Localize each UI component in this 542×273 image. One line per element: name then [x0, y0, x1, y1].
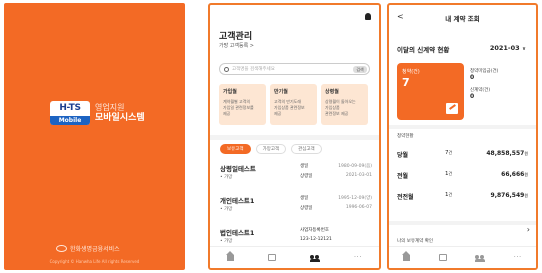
status-period: 당월	[397, 152, 409, 159]
hts-logo: H-TS Mobile	[50, 101, 90, 125]
field-value: 1995-12-09(양)	[338, 196, 372, 201]
more-icon[interactable]: ···	[514, 254, 522, 261]
card-title: 가입월	[223, 89, 237, 95]
field-value: 123-12-12121	[300, 237, 332, 242]
status-period: 전월	[397, 173, 409, 180]
logo-bottom-text: Mobile	[50, 116, 90, 125]
my-contracts-label: 나의 보유계약 확인	[397, 239, 433, 244]
status-count: 1건	[445, 171, 453, 177]
card-age-month[interactable]: 상령월 상령월이 돌아오는 가입상품 관련정보 제공	[321, 84, 368, 125]
copyright-text: Copyright © Hanwha Life All rights Reser…	[49, 259, 140, 264]
stat-label: 청약미입금(건)	[470, 69, 499, 74]
stat-value: 0	[470, 93, 475, 100]
filter-held-customers[interactable]: 보유고객	[220, 144, 251, 154]
splash-logo-group: H-TS Mobile 영업지원 모바일시스템	[50, 101, 145, 125]
card-title: 상령월	[325, 89, 339, 95]
company-name: 한화생명금융서비스	[56, 244, 120, 253]
card-title: 만기월	[274, 89, 288, 95]
month-value: 2021-03	[489, 44, 520, 52]
customers-icon[interactable]	[309, 254, 320, 262]
customer-status: • 가망	[220, 239, 233, 244]
section-divider	[210, 135, 379, 140]
customer-filter-tabs: 보유고객 가망고객 관심고객	[220, 144, 322, 154]
bottom-tab-bar: ···	[210, 246, 379, 268]
status-period: 전전월	[397, 194, 414, 201]
search-button[interactable]: 검색	[353, 66, 367, 73]
status-amount: 66,666원	[501, 171, 528, 178]
status-amount: 9,876,549원	[490, 192, 528, 199]
customer-list: 상령일테스트 • 가망 생일 1980-09-09(음) 상령일 2021-03…	[220, 163, 372, 259]
customer-name: 법인테스트1	[220, 229, 255, 237]
stat-value: 0	[470, 74, 475, 81]
home-icon[interactable]	[402, 250, 411, 261]
field-label: 상령일	[300, 206, 313, 211]
search-bar[interactable]: 고객명을 검색해주세요 검색	[219, 63, 370, 75]
brand-title: 영업지원 모바일시스템	[95, 103, 145, 124]
customer-name: 상령일테스트	[220, 165, 256, 173]
bottom-tab-bar: ···	[389, 246, 536, 268]
register-prospect-link[interactable]: 가망 고객등록 >	[219, 42, 254, 49]
card-desc: 관련정보 제공	[325, 111, 349, 116]
status-amount: 48,858,557원	[486, 150, 528, 157]
field-label: 생일	[300, 196, 309, 201]
card-join-month[interactable]: 가입월 계약월별 고객의 가입일 관련정보를 제공	[219, 84, 266, 125]
field-value: 1980-09-09(음)	[338, 164, 372, 169]
chevron-right-icon: ›	[526, 225, 530, 234]
status-title: 청약현황	[397, 134, 414, 139]
contract-inquiry-screen: < 내 계약 조회 이달의 신계약 현황 2021-03 ∨ 청약(건) 7 청…	[387, 3, 538, 270]
bell-icon[interactable]	[365, 13, 371, 20]
subscription-label: 청약(건)	[402, 69, 420, 75]
search-icon	[224, 66, 229, 72]
search-input[interactable]: 고객명을 검색해주세요	[232, 66, 275, 72]
chevron-down-icon: ∨	[521, 46, 526, 52]
section-title: 이달의 신계약 현황	[397, 46, 450, 54]
card-maturity-month[interactable]: 만기월 고객의 만기도래 가입상품 관련정보 제공	[270, 84, 317, 125]
field-label: 사업자등록번호	[300, 228, 329, 233]
calendar-icon[interactable]	[438, 254, 447, 261]
section-divider	[389, 221, 536, 225]
company-text: 한화생명금융서비스	[70, 246, 120, 253]
card-desc: 제공	[274, 111, 282, 116]
field-value: 2021-03-01	[345, 173, 372, 178]
customer-management-screen: 고객관리 가망 고객등록 > 고객명을 검색해주세요 검색 가입월 계약월별 고…	[208, 3, 381, 270]
list-item[interactable]: 상령일테스트 • 가망 생일 1980-09-09(음) 상령일 2021-03…	[220, 163, 372, 195]
filter-prospects[interactable]: 가망고객	[255, 144, 287, 154]
customer-name: 개인테스트1	[220, 197, 255, 205]
field-value: 1996-06-07	[345, 205, 372, 210]
contract-stats: 청약미입금(건) 0 신계약(건) 0	[470, 68, 498, 106]
card-desc: 제공	[223, 111, 231, 116]
status-count: 1건	[445, 192, 453, 198]
subscription-count: 7	[402, 76, 410, 89]
customer-status: • 가망	[220, 207, 233, 212]
customers-icon[interactable]	[475, 254, 486, 262]
month-selector[interactable]: 2021-03 ∨	[490, 44, 526, 52]
home-icon[interactable]	[225, 250, 234, 261]
brand-line-2: 모바일시스템	[95, 112, 145, 123]
summary-cards: 가입월 계약월별 고객의 가입일 관련정보를 제공 만기월 고객의 만기도래 가…	[219, 84, 368, 125]
filter-interested[interactable]: 관심고객	[291, 144, 322, 154]
write-icon	[446, 103, 458, 114]
my-contracts-link[interactable]: 나의 보유계약 확인 ›	[397, 225, 530, 244]
field-label: 생일	[300, 164, 309, 169]
page-title: 내 계약 조회	[445, 15, 480, 23]
company-logo-icon	[56, 245, 67, 252]
logo-top-text: H-TS	[59, 103, 81, 113]
status-row: 전전월 1건 9,876,549원	[397, 192, 528, 204]
calendar-icon[interactable]	[267, 254, 276, 261]
field-label: 상령일	[300, 174, 313, 179]
status-row: 전월 1건 66,666원	[397, 171, 528, 183]
list-item[interactable]: 개인테스트1 • 가망 생일 1995-12-09(양) 상령일 1996-06…	[220, 195, 372, 227]
section-divider	[389, 125, 536, 129]
status-count: 7건	[445, 150, 453, 156]
brand-line-1: 영업지원	[95, 102, 125, 112]
customer-status: • 가망	[220, 175, 233, 180]
splash-screen: H-TS Mobile 영업지원 모바일시스템 한화생명금융서비스 Copyri…	[4, 3, 185, 270]
page-title: 고객관리	[219, 32, 253, 42]
subscription-card[interactable]: 청약(건) 7	[397, 63, 464, 120]
more-icon[interactable]: ···	[354, 254, 362, 261]
status-row: 당월 7건 48,858,557원	[397, 150, 528, 162]
